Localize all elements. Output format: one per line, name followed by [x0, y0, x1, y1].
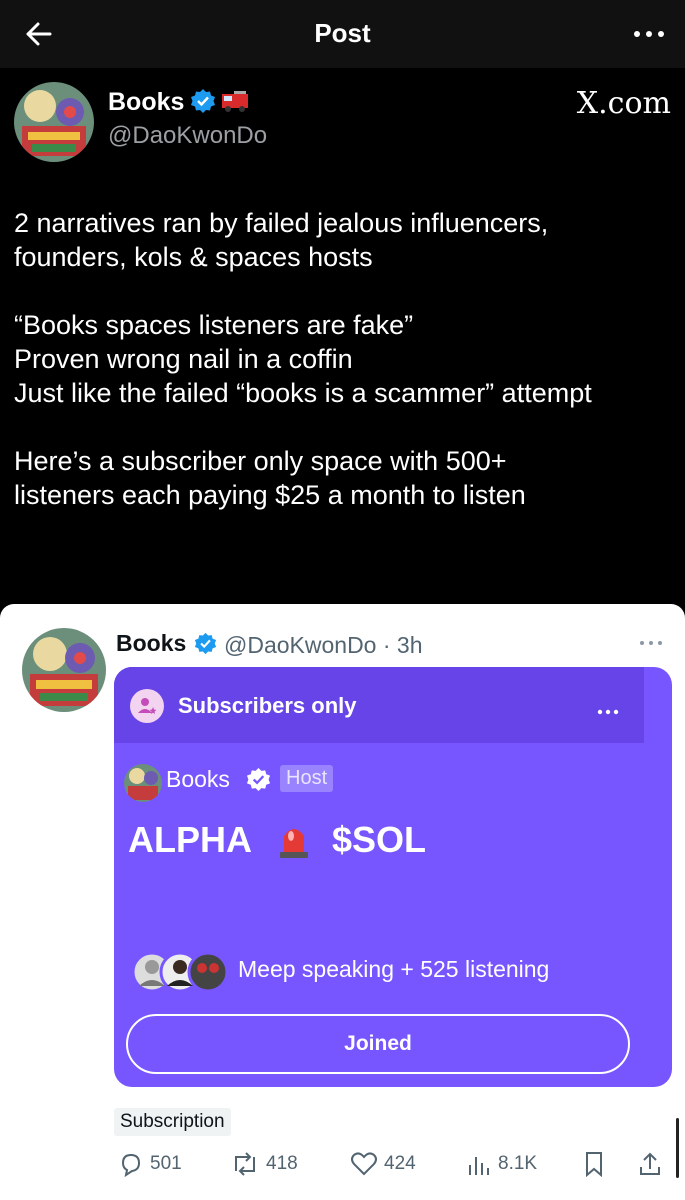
- joined-button[interactable]: Joined: [126, 1014, 630, 1074]
- host-verified-icon: [246, 767, 271, 792]
- quoted-author-avatar[interactable]: [22, 628, 106, 712]
- space-card[interactable]: Subscribers only Books Host ALPHA $SOL M…: [114, 667, 672, 1087]
- like-button[interactable]: 424: [350, 1150, 416, 1178]
- host-avatar: [124, 764, 162, 802]
- share-button[interactable]: [638, 1150, 668, 1178]
- subscription-chip: Subscription: [114, 1108, 231, 1136]
- verified-badge-icon: [190, 88, 216, 114]
- listener-avatars: [130, 950, 242, 994]
- author-avatar[interactable]: [14, 82, 94, 162]
- post-body-text: 2 narratives ran by failed jealous influ…: [14, 208, 592, 510]
- repost-button[interactable]: 418: [230, 1150, 298, 1178]
- views-count: 8.1K: [498, 1153, 538, 1174]
- heart-icon: [351, 1152, 377, 1176]
- more-options-icon[interactable]: [637, 636, 665, 650]
- share-icon: [640, 1152, 660, 1175]
- views-button[interactable]: 8.1K: [466, 1150, 537, 1178]
- author-handle[interactable]: @DaoKwonDo: [108, 122, 267, 150]
- quoted-author-name[interactable]: Books: [116, 630, 186, 657]
- like-count: 424: [384, 1153, 416, 1174]
- space-header: Subscribers only: [114, 667, 644, 743]
- listeners-count: Meep speaking + 525 listening: [238, 956, 550, 982]
- space-title-left: ALPHA: [128, 819, 252, 860]
- host-badge: Host: [280, 765, 334, 792]
- siren-icon: [276, 820, 312, 860]
- bookmark-button[interactable]: [582, 1150, 612, 1178]
- reply-button[interactable]: 501: [118, 1150, 182, 1178]
- scrollbar[interactable]: [676, 1118, 679, 1178]
- page-title: Post: [314, 18, 371, 48]
- fire-truck-icon: [220, 88, 250, 114]
- more-options-icon[interactable]: [596, 703, 620, 715]
- author-name[interactable]: Books: [108, 88, 184, 117]
- space-title-right: $SOL: [332, 819, 427, 860]
- repost-count: 418: [266, 1153, 298, 1174]
- reply-icon: [121, 1153, 141, 1177]
- verified-badge-icon: [194, 632, 217, 655]
- subscribers-only-label: Subscribers only: [178, 693, 357, 718]
- more-options-icon[interactable]: [631, 20, 667, 48]
- top-bar: Post: [0, 0, 685, 68]
- host-name: Books: [166, 766, 230, 792]
- quoted-post-card[interactable]: Books @DaoKwonDo · 3h Subscribers only B…: [0, 604, 685, 1200]
- quoted-author-handle-time[interactable]: @DaoKwonDo · 3h: [224, 632, 423, 659]
- views-chart-icon: [469, 1157, 489, 1175]
- subscriber-icon: [130, 689, 164, 723]
- bookmark-icon: [586, 1152, 602, 1177]
- repost-icon: [235, 1152, 255, 1176]
- source-watermark: X.com: [576, 86, 671, 121]
- reply-count: 501: [150, 1153, 182, 1174]
